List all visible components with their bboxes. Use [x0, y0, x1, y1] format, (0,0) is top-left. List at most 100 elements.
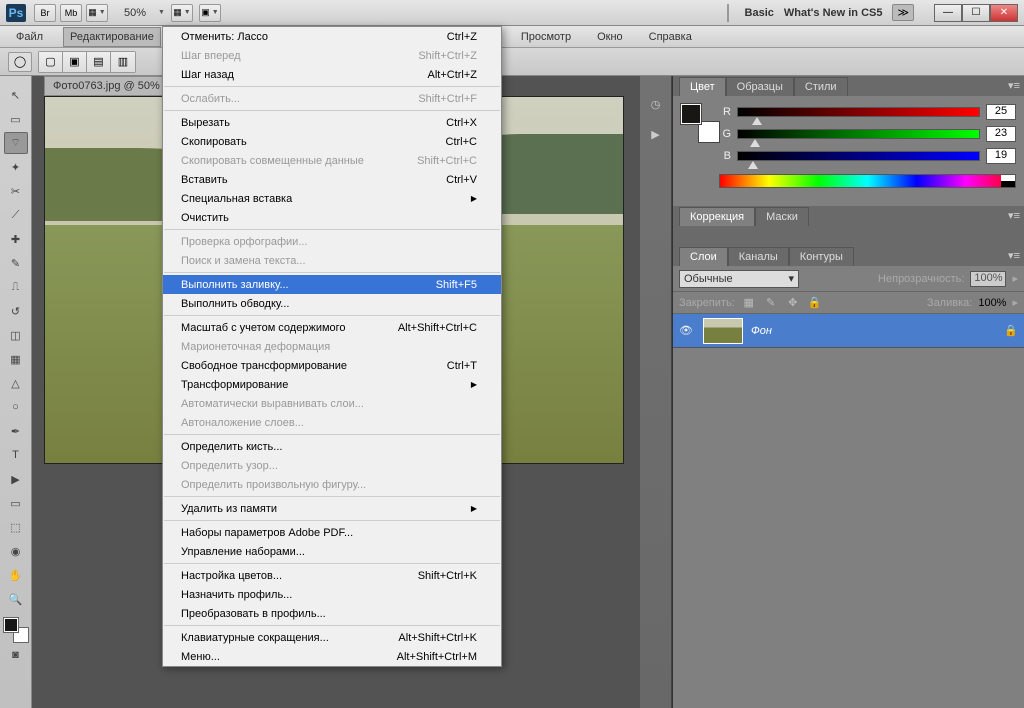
tab-channels[interactable]: Каналы	[728, 247, 789, 266]
view-extras-dropdown[interactable]: ▦	[86, 4, 108, 22]
menu-item[interactable]: СкопироватьCtrl+C	[163, 132, 501, 151]
color-swatches[interactable]	[4, 618, 28, 642]
menu-item[interactable]: Масштаб с учетом содержимогоAlt+Shift+Ct…	[163, 318, 501, 337]
zoom-level[interactable]: 50%	[124, 7, 146, 19]
b-value[interactable]: 19	[986, 148, 1016, 164]
menu-item[interactable]: Трансформирование▶	[163, 375, 501, 394]
menu-item[interactable]: Наборы параметров Adobe PDF...	[163, 523, 501, 542]
spectrum-ramp[interactable]	[719, 174, 1016, 188]
menu-edit[interactable]: Редактирование	[63, 27, 161, 47]
menu-item[interactable]: Управление наборами...	[163, 542, 501, 561]
pen-tool[interactable]: ✒	[4, 420, 28, 442]
panel-menu-icon[interactable]: ▾≡	[1008, 249, 1020, 262]
path-select-tool[interactable]: ▶	[4, 468, 28, 490]
layer-row[interactable]: 👁 Фон 🔒	[673, 314, 1024, 348]
tab-masks[interactable]: Маски	[755, 207, 809, 226]
selection-new-button[interactable]: ▢	[39, 52, 63, 72]
minibridge-button[interactable]: Mb	[60, 4, 82, 22]
menu-help[interactable]: Справка	[643, 28, 698, 46]
window-maximize-button[interactable]: ☐	[962, 4, 990, 22]
window-close-button[interactable]: ✕	[990, 4, 1018, 22]
menu-item[interactable]: Шаг назадAlt+Ctrl+Z	[163, 65, 501, 84]
tab-color[interactable]: Цвет	[679, 77, 726, 96]
visibility-eye-icon[interactable]: 👁	[679, 324, 695, 337]
panel-color-swatches[interactable]	[681, 104, 709, 132]
g-value[interactable]: 23	[986, 126, 1016, 142]
menu-item[interactable]: Определить кисть...	[163, 437, 501, 456]
bridge-button[interactable]: Br	[34, 4, 56, 22]
dodge-tool[interactable]: ○	[4, 396, 28, 418]
lock-all-icon[interactable]: 🔒	[807, 295, 823, 311]
healing-tool[interactable]: ✚	[4, 228, 28, 250]
hand-tool[interactable]: ✋	[4, 564, 28, 586]
move-tool[interactable]: ↖	[4, 84, 28, 106]
actions-panel-icon[interactable]: ▶	[646, 124, 666, 144]
foreground-color-swatch[interactable]	[4, 618, 18, 632]
blur-tool[interactable]: △	[4, 372, 28, 394]
menu-item[interactable]: Выполнить заливку...Shift+F5	[163, 275, 501, 294]
tab-swatches[interactable]: Образцы	[726, 77, 794, 96]
menu-item[interactable]: Очистить	[163, 208, 501, 227]
menu-item[interactable]: Назначить профиль...	[163, 585, 501, 604]
tab-paths[interactable]: Контуры	[789, 247, 854, 266]
b-slider[interactable]	[737, 151, 980, 161]
type-tool[interactable]: T	[4, 444, 28, 466]
opacity-input[interactable]: 100%	[970, 271, 1006, 287]
lasso-tool[interactable]: ⌔	[4, 132, 28, 154]
selection-add-button[interactable]: ▣	[63, 52, 87, 72]
quickmask-button[interactable]: ◙	[4, 644, 28, 666]
arrange-docs-dropdown[interactable]: ▦	[171, 4, 193, 22]
g-slider[interactable]	[737, 129, 980, 139]
lock-transparency-icon[interactable]: ▦	[741, 295, 757, 311]
panel-menu-icon[interactable]: ▾≡	[1008, 79, 1020, 92]
shape-tool[interactable]: ▭	[4, 492, 28, 514]
fill-dropdown-icon[interactable]: ▸	[1012, 296, 1018, 309]
menu-item[interactable]: Клавиатурные сокращения...Alt+Shift+Ctrl…	[163, 628, 501, 647]
tab-correction[interactable]: Коррекция	[679, 207, 755, 226]
tool-preset-button[interactable]: ◯	[8, 52, 32, 72]
marquee-tool[interactable]: ▭	[4, 108, 28, 130]
zoom-tool[interactable]: 🔍	[4, 588, 28, 610]
workspace-more-button[interactable]: ≫	[892, 4, 914, 21]
menu-item[interactable]: Преобразовать в профиль...	[163, 604, 501, 623]
selection-subtract-button[interactable]: ▤	[87, 52, 111, 72]
document-tab[interactable]: Фото0763.jpg @ 50%	[44, 76, 169, 96]
eyedropper-tool[interactable]: ⟋	[4, 204, 28, 226]
r-value[interactable]: 25	[986, 104, 1016, 120]
menu-item[interactable]: Настройка цветов...Shift+Ctrl+K	[163, 566, 501, 585]
opacity-dropdown-icon[interactable]: ▸	[1012, 272, 1018, 285]
tab-layers[interactable]: Слои	[679, 247, 728, 266]
menu-item[interactable]: Свободное трансформированиеCtrl+T	[163, 356, 501, 375]
wand-tool[interactable]: ✦	[4, 156, 28, 178]
menu-window[interactable]: Окно	[591, 28, 629, 46]
menu-item[interactable]: ВставитьCtrl+V	[163, 170, 501, 189]
window-minimize-button[interactable]: —	[934, 4, 962, 22]
layer-name[interactable]: Фон	[751, 325, 772, 337]
blend-mode-dropdown[interactable]: Обычные▾	[679, 270, 799, 288]
lock-pixels-icon[interactable]: ✎	[763, 295, 779, 311]
fill-input[interactable]: 100%	[978, 297, 1006, 309]
tab-styles[interactable]: Стили	[794, 77, 848, 96]
gradient-tool[interactable]: ▦	[4, 348, 28, 370]
r-slider[interactable]	[737, 107, 980, 117]
history-brush-tool[interactable]: ↺	[4, 300, 28, 322]
crop-tool[interactable]: ✂	[4, 180, 28, 202]
layer-thumbnail[interactable]	[703, 318, 743, 344]
menu-item[interactable]: Специальная вставка▶	[163, 189, 501, 208]
menu-file[interactable]: Файл	[10, 28, 49, 46]
eraser-tool[interactable]: ◫	[4, 324, 28, 346]
menu-item[interactable]: ВырезатьCtrl+X	[163, 113, 501, 132]
zoom-dropdown-icon[interactable]	[156, 9, 165, 16]
menu-item[interactable]: Меню...Alt+Shift+Ctrl+M	[163, 647, 501, 666]
workspace-whatsnew-link[interactable]: What's New in CS5	[784, 7, 883, 19]
3d-tool[interactable]: ⬚	[4, 516, 28, 538]
menu-item[interactable]: Выполнить обводку...	[163, 294, 501, 313]
history-panel-icon[interactable]: ◷	[646, 94, 666, 114]
stamp-tool[interactable]: ⎍	[4, 276, 28, 298]
panel-menu-icon[interactable]: ▾≡	[1008, 209, 1020, 222]
brush-tool[interactable]: ✎	[4, 252, 28, 274]
menu-item[interactable]: Отменить: ЛассоCtrl+Z	[163, 27, 501, 46]
selection-intersect-button[interactable]: ▥	[111, 52, 135, 72]
screen-mode-dropdown[interactable]: ▣	[199, 4, 221, 22]
3d-camera-tool[interactable]: ◉	[4, 540, 28, 562]
